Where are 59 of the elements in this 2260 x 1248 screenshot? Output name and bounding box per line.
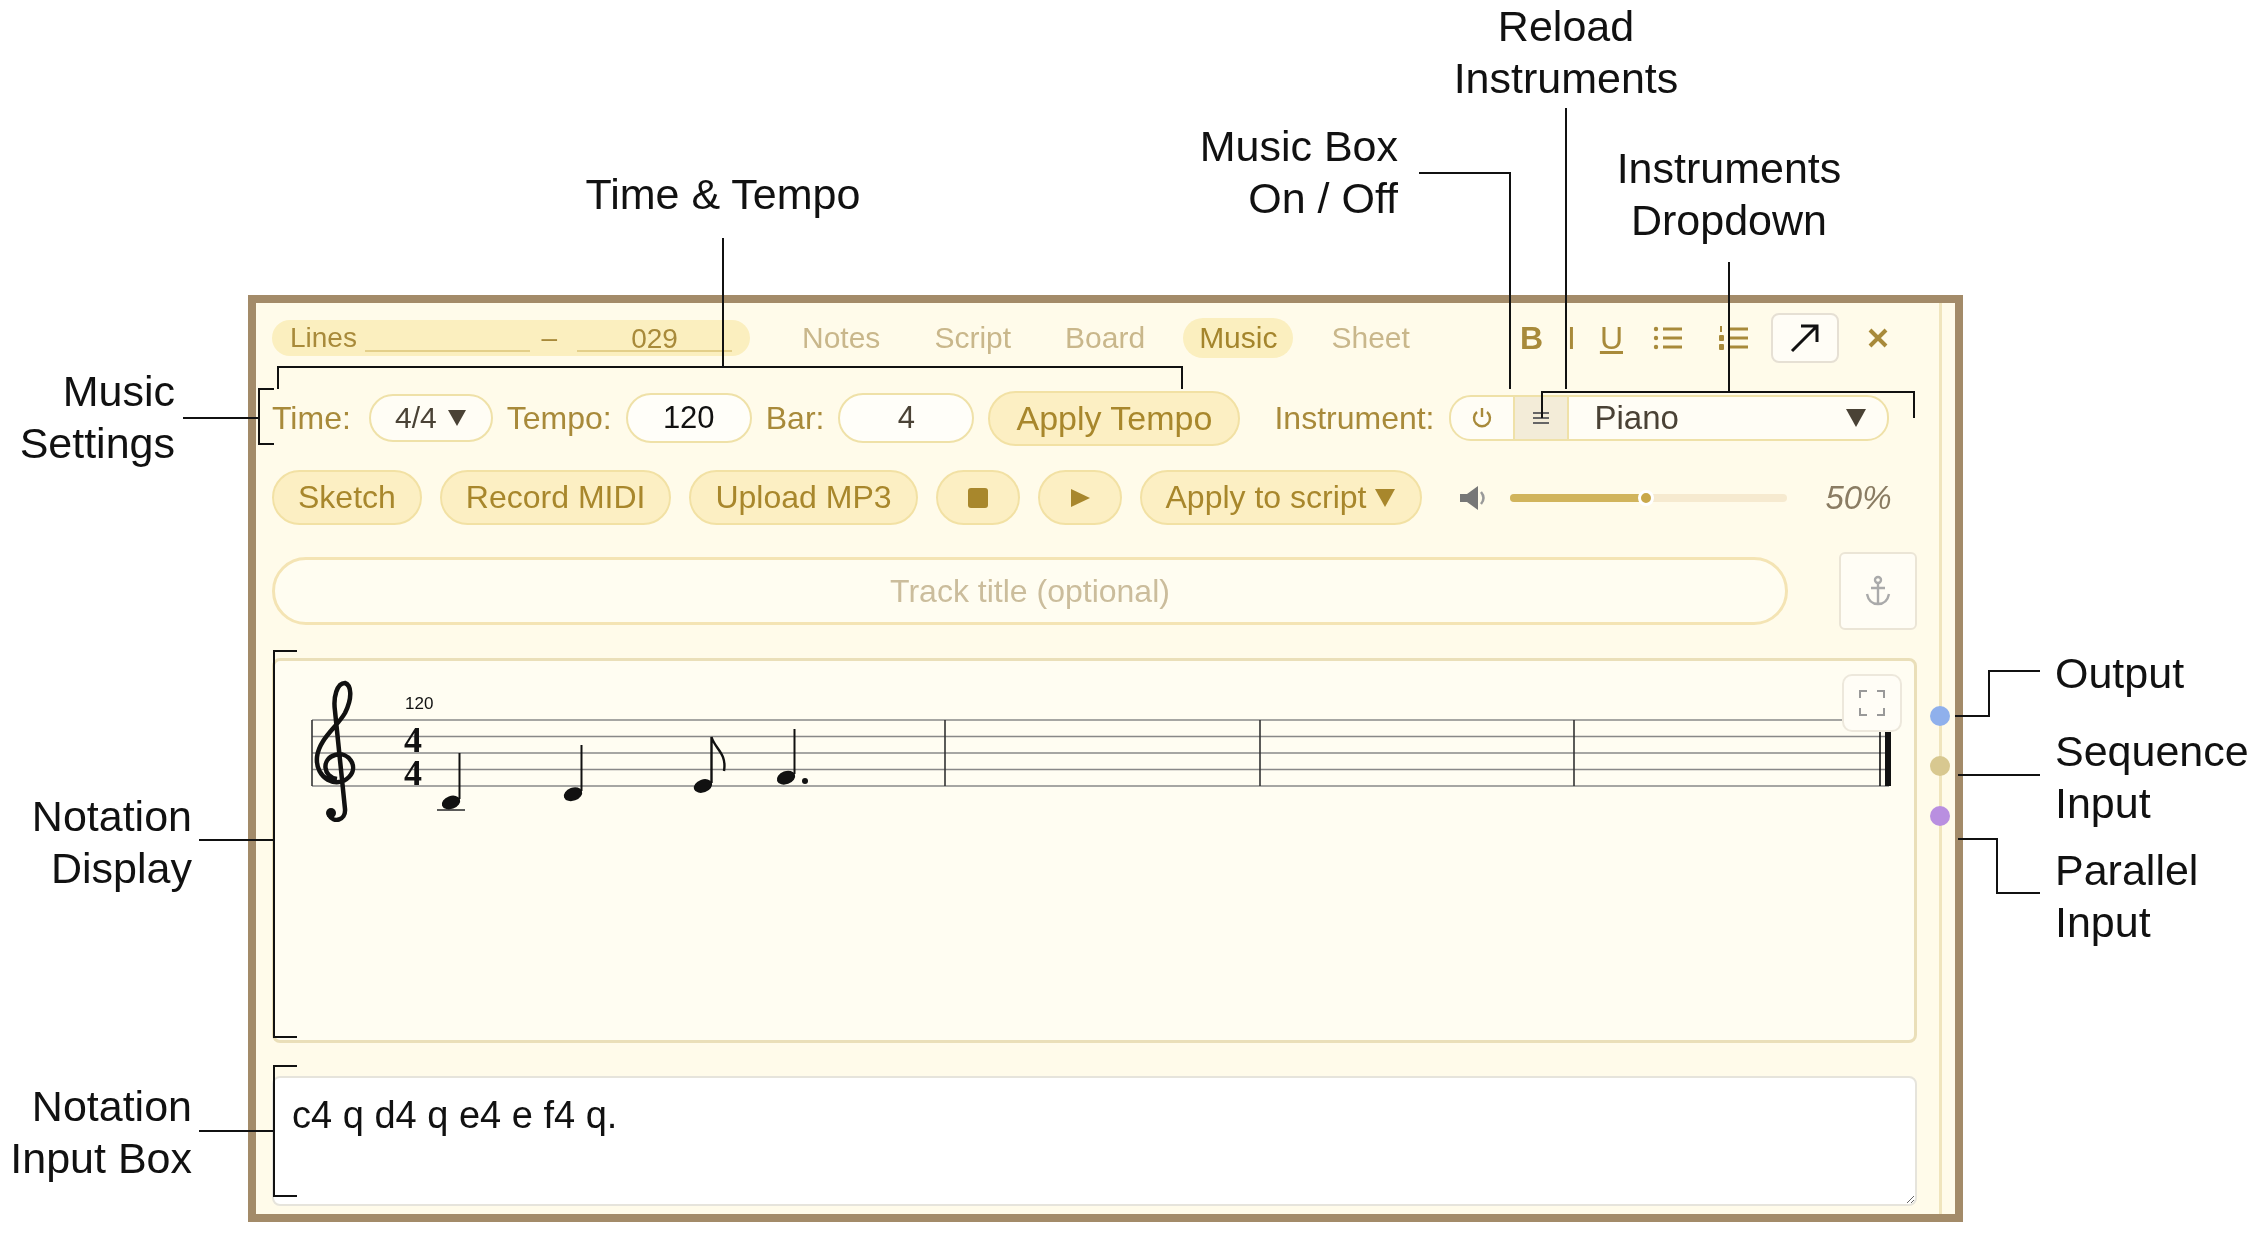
- underline-button[interactable]: U: [1587, 319, 1635, 357]
- slider-thumb[interactable]: [1638, 489, 1655, 506]
- range-separator: –: [541, 322, 558, 354]
- action-button[interactable]: Upload MP3: [689, 470, 918, 525]
- numbered-list-icon[interactable]: [1719, 325, 1749, 351]
- callout-label: Instruments Dropdown: [1615, 143, 1843, 246]
- track-title-field[interactable]: Track title (optional): [272, 557, 1788, 625]
- instrument-label: Instrument:: [1274, 399, 1435, 437]
- tab[interactable]: Notes: [786, 318, 897, 358]
- action-button[interactable]: Sketch: [272, 470, 422, 525]
- caret-icon: [1844, 408, 1867, 428]
- notation-input-box[interactable]: c4 q d4 q e4 e f4 q.: [272, 1076, 1917, 1206]
- callout-label: Music Box On / Off: [1198, 121, 1398, 224]
- caret-icon: [446, 409, 467, 427]
- italic-button[interactable]: I: [1555, 319, 1588, 357]
- connection-port[interactable]: [1930, 806, 1950, 826]
- bar-field[interactable]: 4: [838, 393, 975, 443]
- tempo-marking: 120: [405, 694, 434, 713]
- tab[interactable]: Sheet: [1315, 318, 1426, 358]
- callout-label: Notation Input Box: [9, 1081, 192, 1184]
- callout-label: Music Settings: [18, 366, 175, 469]
- stop-button[interactable]: [935, 470, 1020, 525]
- pop-out-button[interactable]: [1771, 313, 1839, 363]
- bullet-list-icon[interactable]: [1653, 325, 1683, 351]
- tab[interactable]: Board: [1049, 318, 1162, 358]
- tab[interactable]: Music: [1183, 318, 1294, 358]
- anchor-icon: [1864, 575, 1892, 607]
- reload-button[interactable]: [1512, 397, 1569, 439]
- callout-label: Output: [2055, 648, 2186, 699]
- fullscreen-button[interactable]: [1842, 674, 1902, 732]
- connection-port[interactable]: [1930, 756, 1950, 776]
- callout-label: Reload Instruments: [1452, 1, 1680, 104]
- callout-label: Sequence Input: [2055, 726, 2250, 829]
- line-to-field[interactable]: 029: [577, 324, 732, 352]
- tab[interactable]: Script: [918, 318, 1028, 358]
- lines-icon: [1531, 410, 1550, 426]
- connection-port[interactable]: [1930, 706, 1950, 726]
- fullscreen-icon: [1859, 690, 1885, 716]
- bar-label: Bar:: [765, 399, 825, 437]
- action-button[interactable]: Record MIDI: [439, 470, 672, 525]
- close-icon[interactable]: [1867, 327, 1889, 349]
- stop-icon: [966, 486, 989, 509]
- anchor-button[interactable]: [1839, 552, 1917, 630]
- bold-button[interactable]: B: [1507, 319, 1555, 357]
- callout-label: Parallel Input: [2055, 845, 2200, 948]
- lines-label: Lines: [290, 322, 357, 354]
- callout-label: Notation Display: [30, 791, 192, 894]
- power-icon: [1470, 407, 1493, 429]
- time-select[interactable]: 4/4: [368, 394, 493, 442]
- play-button[interactable]: [1037, 470, 1122, 525]
- volume-reading: 50%: [1825, 478, 1892, 517]
- callout-label: Time & Tempo: [584, 169, 862, 220]
- time-label: Time:: [272, 399, 351, 437]
- tempo-field[interactable]: 120: [625, 393, 752, 443]
- play-icon: [1068, 487, 1091, 508]
- apply-tempo-button[interactable]: Apply Tempo: [988, 390, 1241, 446]
- caret-icon: [1374, 487, 1397, 508]
- tempo-label: Tempo:: [506, 399, 612, 437]
- apply-to-script-button[interactable]: Apply to script: [1139, 470, 1423, 525]
